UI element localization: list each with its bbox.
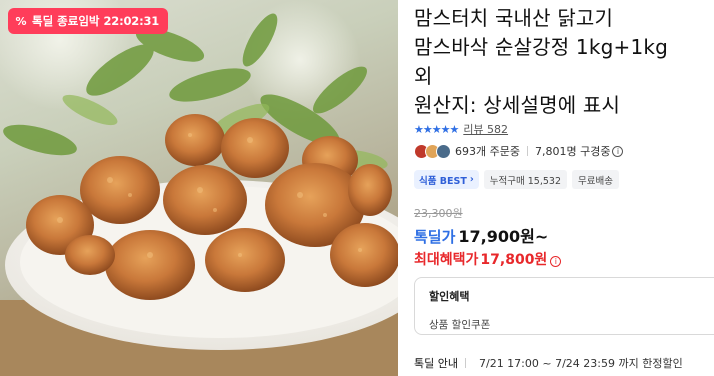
best-category-tag[interactable]: 식품 BEST › <box>414 170 479 189</box>
social-proof-row: 693개 주문중 7,801명 구경중 i <box>414 143 624 159</box>
original-price: 23,300원 <box>414 207 463 220</box>
free-shipping-tag: 무료배송 <box>572 170 619 189</box>
best-tag-label: 식품 BEST <box>419 175 467 187</box>
chevron-right-icon: › <box>469 174 474 185</box>
coupon-label: 상품 할인쿠폰 <box>429 319 491 331</box>
countdown-timer: 22:02:31 <box>103 14 160 28</box>
rating-row: ★★★★★ 리뷰 582 <box>414 121 508 137</box>
benefit-header: 할인혜택 <box>429 290 470 303</box>
deal-notice-row: 톡딜 안내 7/21 17:00 ~ 7/24 23:59 까지 한정할인 <box>414 355 683 371</box>
product-info-panel: 맘스터치 국내산 닭고기 맘스바삭 순살강정 1kg+1kg 외 원산지: 상세… <box>414 0 714 376</box>
deal-price-row: 톡딜가 17,900원~ <box>414 223 548 247</box>
info-icon[interactable]: i <box>612 145 624 157</box>
max-benefit-label: 최대혜택가 <box>414 252 479 268</box>
title-line: 맘스바삭 순살강정 1kg+1kg <box>414 35 669 59</box>
deal-period: 7/21 17:00 ~ 7/24 23:59 까지 한정할인 <box>478 357 683 370</box>
deal-price-label: 톡딜가 <box>414 228 456 246</box>
max-benefit-price-row: 최대혜택가 17,800원 i <box>414 249 562 269</box>
divider <box>526 146 528 156</box>
deal-countdown-badge: % 톡딜 종료임박 22:02:31 <box>8 8 169 34</box>
discount-benefit-box[interactable]: 할인혜택 상품 할인쿠폰 <box>414 277 714 335</box>
divider <box>464 358 466 368</box>
review-count-link[interactable]: 리뷰 582 <box>463 121 508 137</box>
product-title: 맘스터치 국내산 닭고기 맘스바삭 순살강정 1kg+1kg 외 원산지: 상세… <box>414 4 714 120</box>
subscriber-count: 7,801명 구경중 <box>534 145 611 158</box>
badge-label: 톡딜 종료임박 <box>32 14 100 28</box>
product-image[interactable]: % 톡딜 종료임박 22:02:31 <box>0 0 398 376</box>
star-rating-icon: ★★★★★ <box>414 122 459 136</box>
buyer-avatars <box>414 143 451 159</box>
title-line: 외 <box>414 64 433 88</box>
deal-price-value: 17,900원~ <box>458 227 549 246</box>
info-icon[interactable]: i <box>550 256 562 267</box>
max-benefit-value: 17,800원 <box>480 252 548 268</box>
deal-notice-label: 톡딜 안내 <box>414 357 458 370</box>
tag-row: 식품 BEST › 누적구매 15,532 무료배송 <box>414 170 619 189</box>
percent-icon: % <box>15 14 27 28</box>
avatar <box>436 143 451 159</box>
chicken-photo-illustration <box>0 0 398 376</box>
cumulative-purchase-tag: 누적구매 15,532 <box>483 170 567 189</box>
title-line: 원산지: 상세설명에 표시 <box>414 93 621 117</box>
ordering-count: 693개 주문중 <box>455 145 520 158</box>
title-line: 맘스터치 국내산 닭고기 <box>414 6 614 30</box>
